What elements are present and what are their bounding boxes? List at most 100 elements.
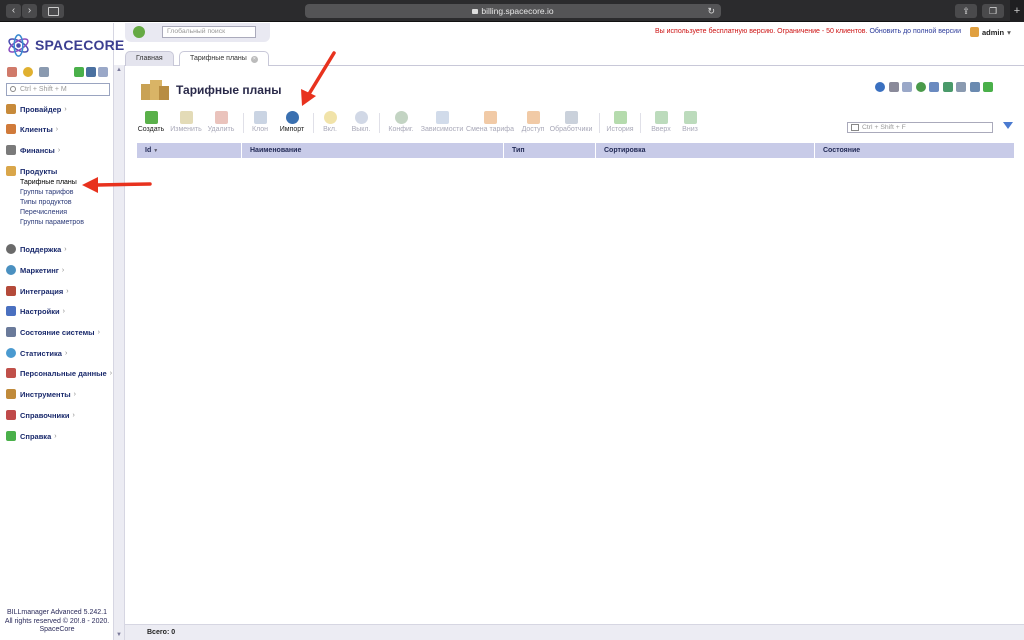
close-tab-icon[interactable]: × [250,56,258,63]
menu-item-provider[interactable]: Провайдер › [6,103,67,115]
browser-chrome: ‹ › billing.spacecore.io ↻ ⇪ ❐ + [0,0,1024,22]
export-icon[interactable] [942,82,953,92]
favorites-star-icon[interactable] [23,67,33,77]
quick-filter-input[interactable]: Ctrl + Shift + F [847,122,993,133]
change-tariff-icon [483,111,497,124]
collapse-all-icon[interactable] [86,67,96,77]
button-label: Зависимости [420,126,464,133]
address-bar[interactable]: billing.spacecore.io ↻ [305,4,721,18]
submenu-item-tariff-plans[interactable]: Тарифные планы [20,179,77,186]
clone-button[interactable]: Клон [250,111,270,139]
page-actions [875,82,997,94]
disable-button[interactable]: Выкл. [350,111,372,139]
copyright-text: All rights reserved © 20!.8 - 2020. [4,618,110,625]
menu-search-input[interactable]: Ctrl + Shift + M [6,83,110,96]
menu-item-support[interactable]: Поддержка › [6,243,67,255]
column-name[interactable]: Наименование [242,143,504,158]
menu-label: Настройки [20,306,60,316]
tabs-overview-button[interactable]: ❐ [982,4,1004,18]
logo[interactable]: SPACECORE [6,32,124,58]
print-icon[interactable] [956,82,966,92]
tools-icon [6,389,16,399]
handlers-button[interactable]: Обработчики [549,111,593,139]
menu-item-help[interactable]: Справка › [6,430,57,442]
submenu-item-product-types[interactable]: Типы продуктов [20,199,72,206]
status-bar: Всего: 0 [125,624,1024,640]
move-up-button[interactable]: Вверх [650,111,672,139]
menu-item-clients[interactable]: Клиенты › [6,123,58,135]
column-sort-order[interactable]: Сортировка [596,143,815,158]
settings-icon [6,306,16,316]
button-label: Вкл. [323,126,337,133]
sidebar-collapse-bar[interactable]: ▲ ▼ [114,65,125,640]
change-tariff-button[interactable]: Смена тарифа [466,111,514,139]
menu-item-references[interactable]: Справочники › [6,409,75,421]
browser-sidebar-toggle[interactable] [42,4,64,18]
menu-item-marketing[interactable]: Маркетинг › [6,264,64,276]
config-button[interactable]: Конфиг. [387,111,415,139]
camera-icon[interactable] [39,67,49,77]
main-content: Тарифные планы Создать Изменить Удалить … [125,66,1024,624]
integration-icon [6,286,16,296]
edit-button[interactable]: Изменить [169,111,203,139]
global-search-input[interactable]: Глобальный поиск [162,26,256,38]
settings-icon[interactable] [969,82,980,92]
forward-button[interactable]: › [22,4,37,18]
menu-item-finance[interactable]: Финансы › [6,144,60,156]
column-id[interactable]: Id ▼ [137,143,242,158]
filter-funnel-icon[interactable] [1003,122,1013,129]
menu-item-settings[interactable]: Настройки › [6,305,65,317]
history-icon [613,111,627,124]
column-label: Id [145,147,152,154]
favorite-star-icon[interactable] [888,82,899,92]
menu-label: Справка [20,431,52,441]
share-button[interactable]: ⇪ [955,4,977,18]
menu-item-statistics[interactable]: Статистика › [6,347,67,359]
access-button[interactable]: Доступ [520,111,546,139]
column-state[interactable]: Состояние [815,143,1014,158]
globe-icon[interactable] [915,82,926,92]
submenu-item-parameter-groups[interactable]: Группы параметров [20,219,84,226]
history-button[interactable]: История [606,111,634,139]
sidebar-tools [7,67,110,79]
upgrade-link[interactable]: Обновить до полной версии [869,28,961,35]
dependencies-icon [435,111,449,124]
pin-icon[interactable] [98,67,108,77]
new-tab-button[interactable]: + [1010,0,1024,22]
dependencies-button[interactable]: Зависимости [420,111,464,139]
globe-icon[interactable] [133,26,145,38]
menu-item-tools[interactable]: Инструменты › [6,388,76,400]
grid-view-icon[interactable] [7,67,17,77]
back-button[interactable]: ‹ [6,4,21,18]
lock-icon [472,9,479,14]
refresh-icon[interactable] [875,82,885,92]
search-icon [10,86,16,92]
reload-icon[interactable]: ↻ [707,4,715,18]
pin-icon[interactable] [902,82,912,92]
submenu-item-tariff-groups[interactable]: Группы тарифов [20,189,73,196]
menu-item-integration[interactable]: Интеграция › [6,285,69,297]
edit-icon [179,111,193,124]
tab-home[interactable]: Главная [125,51,174,66]
menu-item-products[interactable]: Продукты [6,165,57,177]
menu-label: Финансы [20,145,55,155]
tab-tariff-plans[interactable]: Тарифные планы × [179,51,269,67]
import-button[interactable]: Импорт [278,111,306,139]
menu-item-system-status[interactable]: Состояние системы › [6,326,100,338]
user-menu[interactable]: admin ▾ [970,27,1011,37]
move-down-button[interactable]: Вниз [680,111,700,139]
enable-button[interactable]: Вкл. [322,111,338,139]
scroll-down-icon[interactable]: ▼ [116,632,122,638]
submenu-item-enumerations[interactable]: Перечисления [20,209,67,216]
delete-button[interactable]: Удалить [205,111,237,139]
button-label: Вниз [682,126,698,133]
copy-icon[interactable] [929,82,939,92]
expand-all-icon[interactable] [74,67,84,77]
scroll-up-icon[interactable]: ▲ [116,67,122,73]
access-icon [526,111,540,124]
menu-label: Продукты [20,166,58,176]
menu-item-personal-data[interactable]: Персональные данные › [6,367,112,379]
create-button[interactable]: Создать [137,111,165,139]
column-type[interactable]: Тип [504,143,596,158]
help-icon[interactable] [983,82,993,92]
